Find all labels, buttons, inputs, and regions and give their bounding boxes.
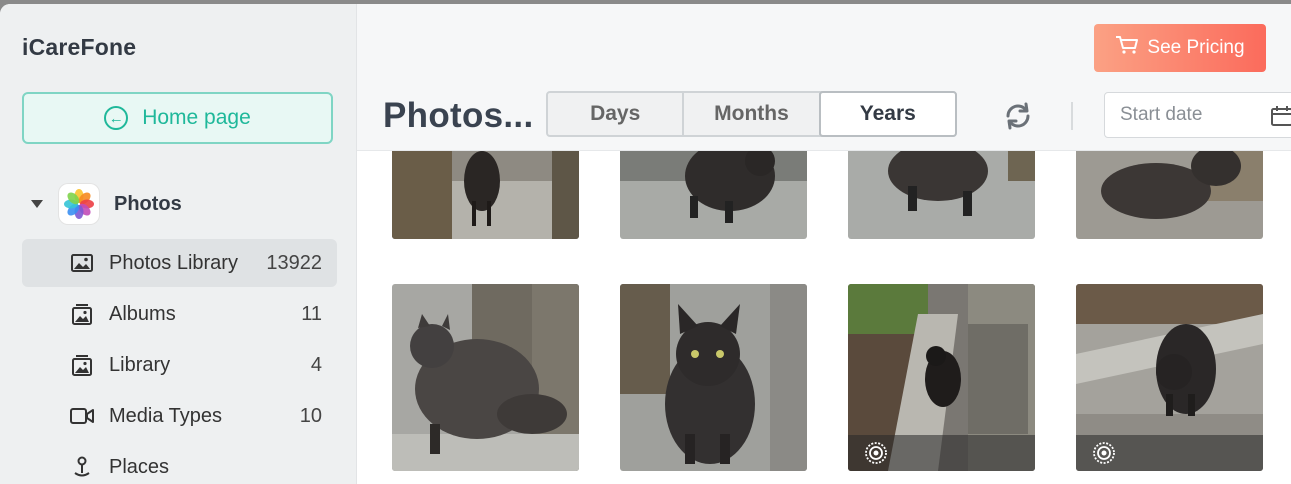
sidebar-item-library[interactable]: Library 4 [22, 341, 337, 389]
photos-app-icon [59, 184, 99, 224]
live-photo-icon [864, 441, 888, 465]
photo-thumbnail[interactable] [392, 151, 579, 239]
sidebar-item-albums[interactable]: Albums 11 [22, 290, 337, 338]
back-arrow-icon: ← [104, 106, 129, 130]
page-title: Photos... [383, 96, 534, 135]
view-mode-segmented-control: Days Months Years [546, 91, 957, 137]
sidebar-item-label: Media Types [109, 404, 223, 427]
photo-thumbnail[interactable] [392, 284, 579, 471]
map-pin-icon [70, 456, 94, 478]
start-date-input[interactable] [1104, 92, 1291, 138]
sidebar-item-label: Library [109, 353, 171, 376]
cart-icon [1115, 35, 1139, 61]
live-photo-icon [1092, 441, 1116, 465]
sidebar-item-places[interactable]: Places [22, 443, 337, 484]
view-option-days[interactable]: Days [548, 93, 685, 135]
sidebar-item-media-types[interactable]: Media Types 10 [22, 392, 337, 440]
sidebar-item-count: 10 [299, 404, 322, 427]
photo-thumbnail[interactable] [1076, 151, 1263, 239]
refresh-icon[interactable] [1002, 100, 1034, 132]
photo-thumbnail[interactable] [848, 151, 1035, 239]
caret-down-icon[interactable] [31, 200, 43, 208]
sidebar-item-count: 4 [310, 353, 322, 376]
sidebar-item-label: Places [109, 455, 170, 478]
album-icon [70, 303, 94, 325]
photo-thumbnail-live[interactable] [848, 284, 1035, 471]
app-window: iCareFone ← Home page Photos Photos Libr… [0, 4, 1291, 484]
live-photo-badge [1076, 435, 1263, 471]
view-option-months[interactable]: Months [684, 93, 821, 135]
home-page-button[interactable]: ← Home page [22, 92, 333, 144]
sidebar-item-count: 13922 [266, 251, 322, 274]
photo-thumbnail-live[interactable] [1076, 284, 1263, 471]
album-icon [70, 354, 94, 376]
toolbar-divider [1071, 102, 1073, 130]
sidebar: iCareFone ← Home page Photos Photos Libr… [0, 4, 357, 484]
sidebar-item-label: Albums [109, 302, 176, 325]
photo-grid [357, 150, 1291, 484]
photos-section-label: Photos [114, 192, 182, 215]
video-camera-icon [70, 405, 94, 427]
photo-thumbnail[interactable] [620, 284, 807, 471]
main-panel: See Pricing Photos... Days Months Years [357, 4, 1291, 484]
image-icon [70, 252, 94, 274]
see-pricing-button[interactable]: See Pricing [1094, 24, 1266, 72]
app-title: iCareFone [22, 34, 137, 60]
home-page-label: Home page [142, 106, 251, 129]
see-pricing-label: See Pricing [1147, 37, 1245, 58]
live-photo-badge [848, 435, 1035, 471]
calendar-icon[interactable] [1271, 106, 1291, 126]
sidebar-item-label: Photos Library [109, 251, 238, 274]
photos-section-header[interactable]: Photos [22, 182, 182, 226]
sidebar-item-photos-library[interactable]: Photos Library 13922 [22, 239, 337, 287]
view-option-years[interactable]: Years [818, 91, 957, 137]
sidebar-item-count: 11 [301, 302, 322, 325]
photo-thumbnail[interactable] [620, 151, 807, 239]
